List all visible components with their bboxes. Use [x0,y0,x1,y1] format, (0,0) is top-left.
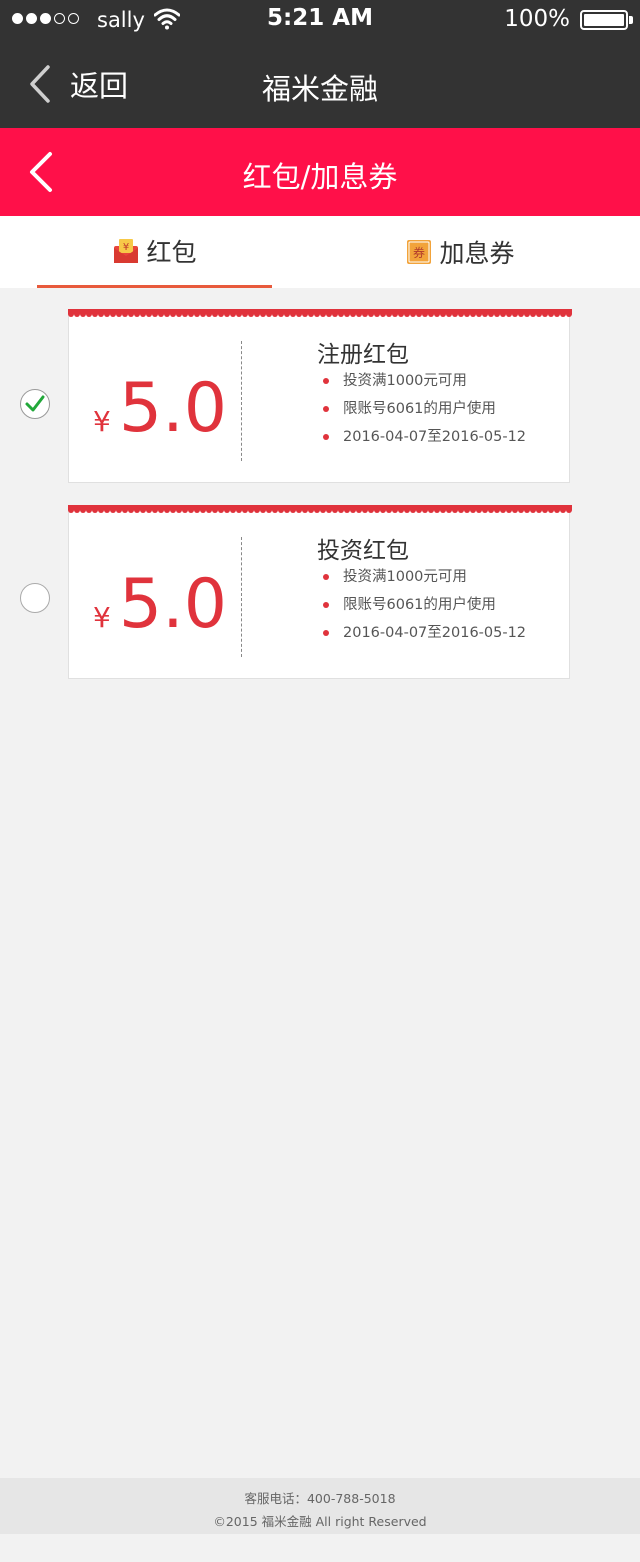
amount-value: 5.0 [118,565,227,644]
coupon-title: 注册红包 [317,342,409,368]
dashed-divider [241,341,242,461]
coupon-card: ¥ 5.0 投资红包 投资满1000元可用 限账号6061的用户使用 2016-… [68,505,572,679]
rule-validity: 2016-04-07至2016-05-12 [323,427,526,455]
coupon-title: 投资红包 [317,538,409,564]
svg-text:券: 券 [413,245,425,260]
nav-bar: 返回 福米金融 [0,40,640,128]
coupon-select-radio[interactable] [20,389,50,419]
svg-text:¥: ¥ [123,242,129,253]
chevron-left-icon [30,65,50,103]
coupon-select-radio[interactable] [20,583,50,613]
tab-label: 加息券 [439,239,515,268]
dashed-divider [241,537,242,657]
customer-service-phone: 客服电话：400-788-5018 [244,1491,396,1506]
tab-interest-coupon[interactable]: 券 加息券 [320,216,600,288]
battery-icon [580,10,628,30]
page-title: 红包/加息券 [242,160,398,194]
amount-value: 5.0 [118,369,227,448]
rule-min-invest: 投资满1000元可用 [323,567,526,595]
scalloped-edge [68,505,572,513]
coupon-amount: ¥ 5.0 [93,369,227,448]
battery-percent: 100% [504,6,570,32]
page-header: 红包/加息券 [0,128,640,216]
rule-validity: 2016-04-07至2016-05-12 [323,623,526,651]
coupon-rules: 投资满1000元可用 限账号6061的用户使用 2016-04-07至2016-… [323,567,526,651]
tab-red-envelope[interactable]: ¥ 红包 [37,216,272,288]
coupon-card: ¥ 5.0 注册红包 投资满1000元可用 限账号6061的用户使用 2016-… [68,309,572,483]
header-back-button[interactable] [26,150,56,194]
scalloped-edge [68,309,572,317]
back-label: 返回 [70,69,129,103]
copyright: ©2015 福米金融 All right Reserved [213,1514,427,1529]
coupon-item[interactable]: ¥ 5.0 注册红包 投资满1000元可用 限账号6061的用户使用 2016-… [0,309,640,483]
coupon-rules: 投资满1000元可用 限账号6061的用户使用 2016-04-07至2016-… [323,371,526,455]
checkmark-icon [25,395,45,412]
rule-account-limit: 限账号6061的用户使用 [323,595,526,623]
tab-bar: ¥ 红包 券 加息券 [0,216,640,288]
red-envelope-icon: ¥ [114,238,139,263]
currency-symbol: ¥ [93,601,111,634]
currency-symbol: ¥ [93,405,111,438]
coupon-item[interactable]: ¥ 5.0 投资红包 投资满1000元可用 限账号6061的用户使用 2016-… [0,505,640,679]
tab-label: 红包 [146,237,197,267]
rule-min-invest: 投资满1000元可用 [323,371,526,399]
battery-tip [629,16,633,24]
footer: 客服电话：400-788-5018 ©2015 福米金融 All right R… [0,1478,640,1534]
status-bar: sally 5:21 AM 100% [0,0,640,40]
rule-account-limit: 限账号6061的用户使用 [323,399,526,427]
back-button[interactable]: 返回 [28,64,128,104]
coupon-amount: ¥ 5.0 [93,565,227,644]
coupon-icon: 券 [407,240,432,264]
